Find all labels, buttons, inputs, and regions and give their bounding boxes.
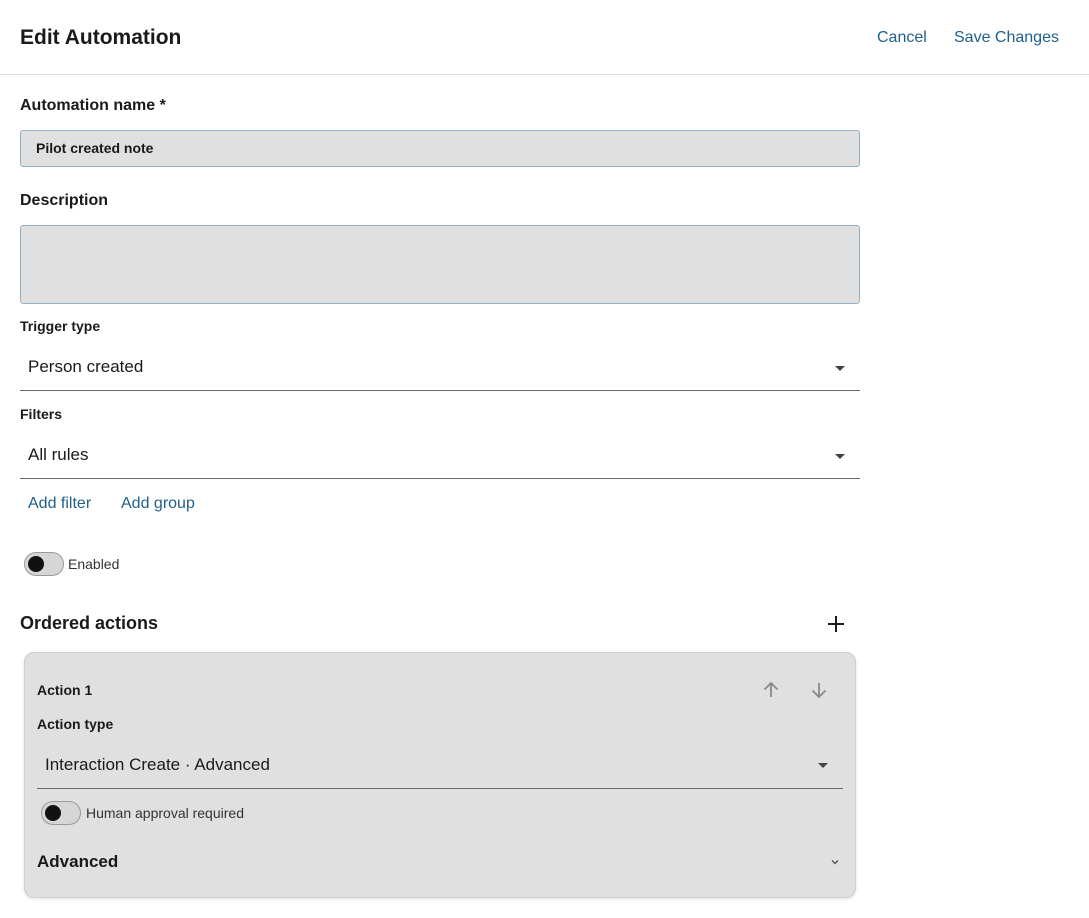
page-title: Edit Automation	[20, 26, 182, 49]
human-approval-label: Human approval required	[86, 805, 244, 821]
save-changes-button[interactable]: Save Changes	[954, 29, 1059, 47]
plus-icon[interactable]	[824, 612, 848, 636]
toggle-knob	[28, 556, 44, 572]
filters-label: Filters	[20, 406, 63, 422]
filters-value: All rules	[28, 445, 89, 464]
caret-down-icon	[818, 763, 828, 768]
trigger-type-label: Trigger type	[20, 318, 101, 334]
filters-select[interactable]: All rules	[20, 433, 860, 479]
description-label: Description	[20, 192, 109, 209]
human-approval-toggle[interactable]	[41, 801, 81, 825]
advanced-section-label[interactable]: Advanced	[37, 852, 118, 872]
enabled-toggle[interactable]	[24, 552, 64, 576]
add-group-button[interactable]: Add group	[121, 495, 195, 513]
arrow-down-icon[interactable]	[808, 679, 830, 701]
add-filter-button[interactable]: Add filter	[28, 495, 91, 513]
action-type-label: Action type	[37, 716, 114, 732]
chevron-down-icon[interactable]	[828, 855, 842, 869]
trigger-type-select[interactable]: Person created	[20, 345, 860, 391]
ordered-actions-title: Ordered actions	[20, 613, 159, 633]
action-card: Action 1 Action type Interaction Create …	[24, 652, 856, 898]
caret-down-icon	[835, 366, 845, 371]
arrow-up-icon[interactable]	[760, 679, 782, 701]
action-type-select[interactable]: Interaction Create · Advanced	[37, 742, 843, 789]
action-type-value: Interaction Create · Advanced	[45, 755, 270, 774]
description-input[interactable]	[20, 225, 860, 304]
cancel-button[interactable]: Cancel	[877, 29, 927, 47]
automation-name-input[interactable]: Pilot created note	[20, 130, 860, 167]
toggle-knob	[45, 805, 61, 821]
enabled-label: Enabled	[68, 556, 120, 572]
page-header: Edit Automation Cancel Save Changes	[0, 0, 1089, 75]
caret-down-icon	[835, 454, 845, 459]
action-title: Action 1	[37, 682, 93, 698]
trigger-type-value: Person created	[28, 357, 144, 376]
automation-name-label: Automation name *	[20, 97, 166, 114]
